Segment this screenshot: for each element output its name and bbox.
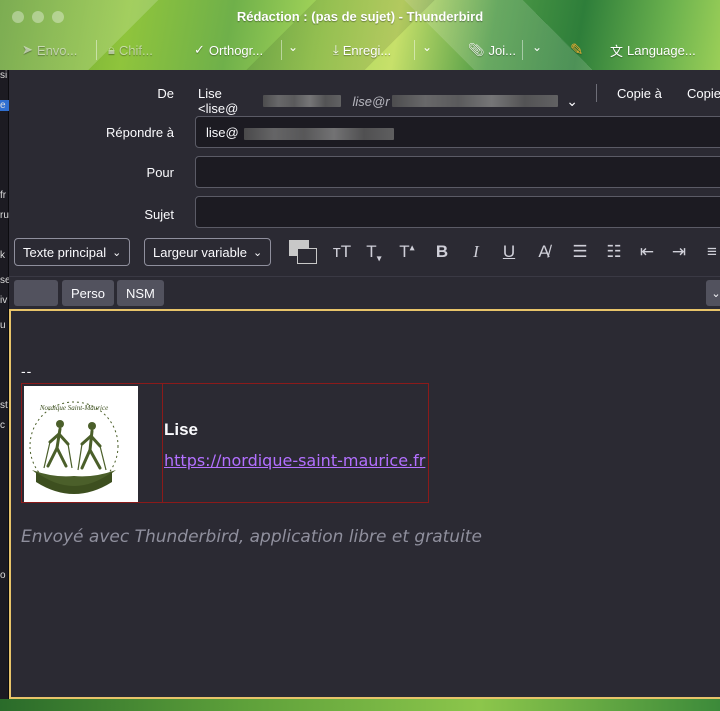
redacted-text bbox=[391, 95, 559, 107]
stationery-icon[interactable]: ✎ bbox=[570, 40, 583, 60]
increase-font-size-icon[interactable]: T▴ bbox=[396, 242, 418, 262]
template-button-redacted[interactable] bbox=[14, 280, 58, 306]
subject-label: Sujet bbox=[144, 207, 174, 222]
font-size-icon[interactable]: ᴛT bbox=[331, 242, 353, 262]
from-label: De bbox=[157, 86, 174, 101]
italic-icon[interactable]: I bbox=[465, 242, 487, 262]
signature-table: Nordique Saint-Maurice Lise https://nord… bbox=[21, 383, 429, 503]
paperclip-icon: 📎︎ bbox=[468, 42, 485, 57]
send-button[interactable]: ➤ Envo... bbox=[22, 40, 77, 60]
attach-dropdown-chevron-icon[interactable]: ⌄ bbox=[532, 40, 542, 54]
template-button-perso[interactable]: Perso bbox=[62, 280, 114, 306]
chevron-down-icon: ⌄ bbox=[112, 246, 122, 259]
numbered-list-icon[interactable]: ☷ bbox=[603, 242, 625, 262]
window-title: Rédaction : (pas de sujet) - Thunderbird bbox=[236, 9, 484, 24]
template-bar: Perso NSM ⌄ bbox=[9, 276, 720, 308]
outdent-icon[interactable]: ⇤ bbox=[636, 242, 658, 262]
indent-icon[interactable]: ⇥ bbox=[668, 242, 690, 262]
decrease-font-size-icon[interactable]: T▾ bbox=[363, 242, 385, 264]
redacted-text bbox=[244, 127, 395, 140]
bulleted-list-icon[interactable]: ☰ bbox=[569, 242, 591, 262]
format-toolbar: Texte principal ⌄ Largeur variable ⌄ ᴛT … bbox=[9, 234, 720, 274]
reply-to-label: Répondre à bbox=[106, 125, 174, 140]
toolbar-separator bbox=[96, 40, 97, 60]
toolbar-separator bbox=[414, 40, 415, 60]
attach-button[interactable]: 📎︎ Joi... bbox=[468, 40, 516, 60]
signature-name: Lise bbox=[164, 420, 199, 439]
strip-text: se bbox=[0, 275, 9, 286]
reply-to-field[interactable]: lise@ bbox=[195, 116, 720, 148]
club-logo: Nordique Saint-Maurice bbox=[24, 386, 138, 502]
from-selector[interactable]: Lise <lise@ lise@r ⌄ bbox=[198, 86, 578, 116]
title-toolbar: Rédaction : (pas de sujet) - Thunderbird… bbox=[0, 0, 720, 70]
template-button-nsm[interactable]: NSM bbox=[117, 280, 164, 306]
toolbar-separator bbox=[522, 40, 523, 60]
encrypt-button[interactable]: 🔒︎ Chif... bbox=[108, 40, 153, 60]
subject-input[interactable] bbox=[195, 196, 720, 228]
font-select[interactable]: Largeur variable ⌄ bbox=[144, 238, 272, 266]
redacted-text bbox=[262, 95, 341, 107]
spellcheck-icon: ✓ bbox=[194, 42, 205, 57]
spelling-button[interactable]: ✓ Orthogr... bbox=[194, 40, 263, 60]
window-bottom-edge bbox=[0, 699, 720, 711]
language-button[interactable]: 文 Language... bbox=[610, 40, 696, 60]
strip-text: si bbox=[0, 70, 8, 81]
background-color-swatch[interactable] bbox=[297, 248, 317, 264]
strip-text: c bbox=[0, 420, 5, 431]
signature-link[interactable]: https://nordique-saint-maurice.fr bbox=[164, 451, 425, 470]
spelling-dropdown-chevron-icon[interactable]: ⌄ bbox=[288, 40, 298, 54]
strip-text: u bbox=[0, 320, 6, 331]
header-separator bbox=[596, 84, 597, 102]
lock-icon: 🔒︎ bbox=[108, 42, 115, 57]
logo-lettering: Nordique Saint-Maurice bbox=[39, 404, 108, 412]
align-icon[interactable]: ≡ bbox=[701, 242, 720, 262]
signature-separator: -- bbox=[21, 363, 33, 379]
chevron-down-icon: ⌄ bbox=[252, 246, 263, 259]
to-label: Pour bbox=[146, 165, 174, 180]
chevron-down-icon: ⌄ bbox=[566, 92, 578, 109]
download-icon: ⤓ bbox=[333, 42, 339, 57]
cc-button[interactable]: Copie à bbox=[617, 86, 662, 101]
save-button[interactable]: ⤓ Enregi... bbox=[333, 40, 391, 60]
strip-text: iv bbox=[0, 295, 8, 306]
bold-icon[interactable]: B bbox=[431, 242, 453, 262]
strip-text: fr bbox=[0, 190, 7, 201]
table-cell-divider bbox=[162, 384, 163, 502]
save-dropdown-chevron-icon[interactable]: ⌄ bbox=[422, 40, 432, 54]
strip-text: k bbox=[0, 250, 5, 261]
language-icon: 文 bbox=[610, 43, 624, 59]
underline-icon[interactable]: U bbox=[498, 242, 520, 262]
strip-text: e bbox=[0, 100, 9, 111]
paragraph-style-select[interactable]: Texte principal ⌄ bbox=[14, 238, 131, 266]
strip-text: o bbox=[0, 570, 6, 581]
bcc-button[interactable]: Copie bbox=[687, 86, 720, 101]
send-icon: ➤ bbox=[22, 42, 33, 57]
toolbar-separator bbox=[281, 40, 282, 60]
to-field[interactable] bbox=[195, 156, 720, 188]
message-body-editor[interactable]: -- Nordique Saint-Maurice Lise https://n… bbox=[9, 309, 720, 699]
sent-with-footer: Envoyé avec Thunderbird, application lib… bbox=[21, 527, 482, 547]
strip-text: st bbox=[0, 400, 8, 411]
clear-formatting-icon[interactable]: A̸ bbox=[533, 242, 555, 262]
compose-header: De Lise <lise@ lise@r ⌄ Copie à Copie Ré… bbox=[9, 70, 720, 230]
chevron-down-icon[interactable]: ⌄ bbox=[706, 280, 720, 306]
